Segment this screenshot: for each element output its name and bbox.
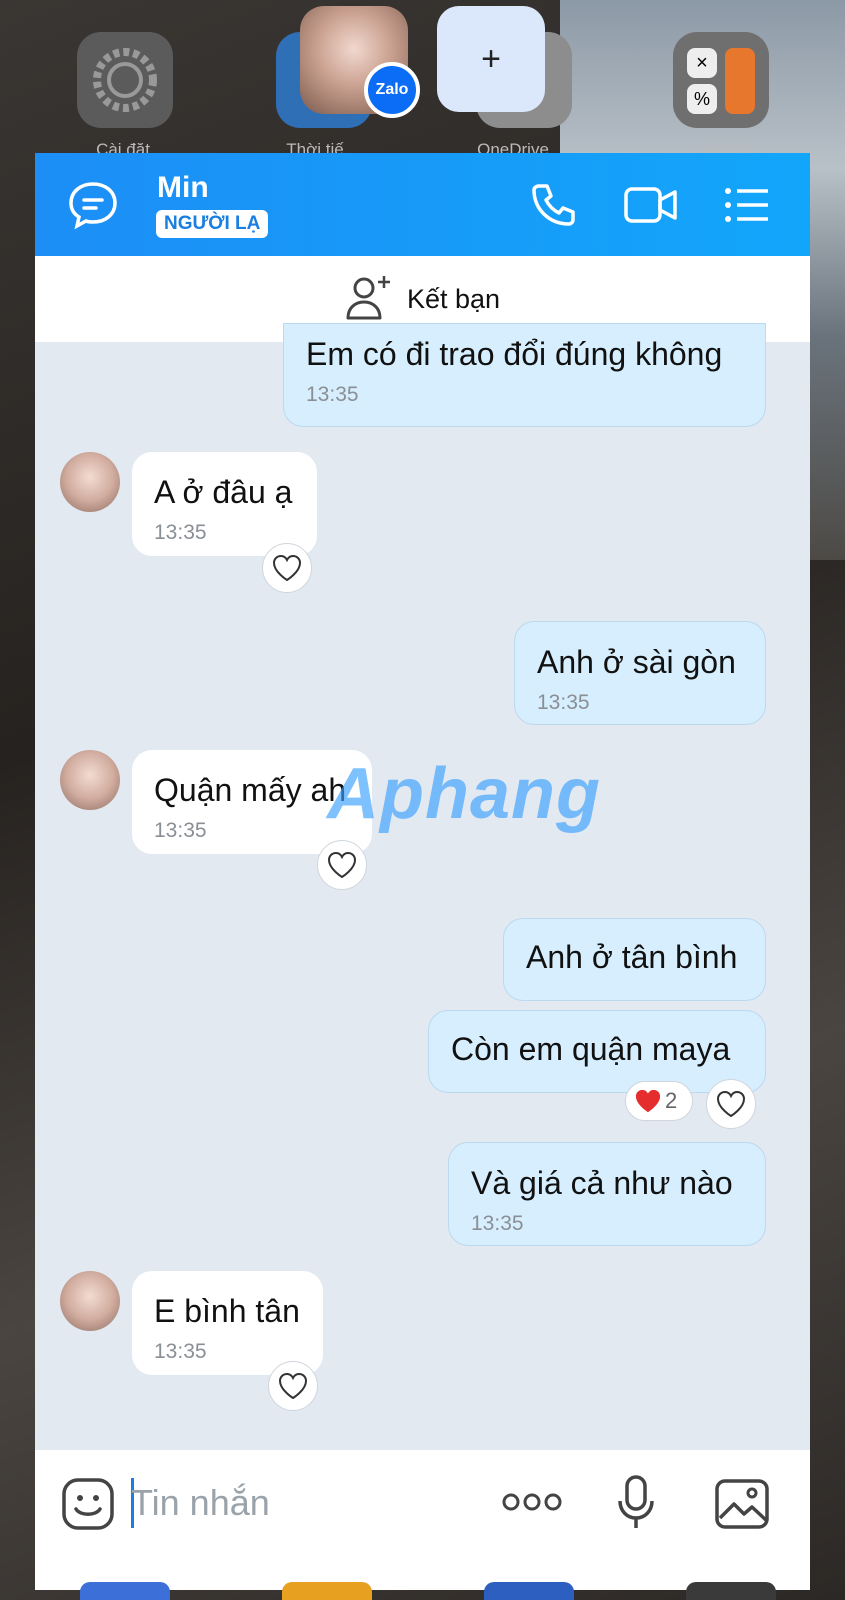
add-person-icon [345, 274, 393, 325]
like-heart-icon[interactable] [268, 1361, 318, 1411]
dock-app-icon[interactable] [282, 1582, 372, 1600]
list-menu-icon[interactable] [719, 177, 775, 233]
message-time: 13:35 [154, 521, 207, 544]
dock-app-icon[interactable] [80, 1582, 170, 1600]
message-input-bar: Tin nhắn [35, 1450, 810, 1590]
add-friend-label: Kết bạn [406, 283, 501, 314]
settings-app-icon[interactable] [77, 32, 173, 128]
zalo-badge: Zalo [364, 62, 420, 118]
message-text: Anh ở sài gòn [537, 644, 736, 680]
dock-app-icon[interactable] [484, 1582, 574, 1600]
microphone-icon[interactable] [615, 1474, 657, 1537]
phone-icon[interactable] [525, 177, 581, 233]
calculator-equals-icon [725, 48, 755, 114]
image-picker-icon[interactable] [714, 1478, 770, 1535]
message-time: 13:35 [306, 383, 359, 406]
message-input[interactable]: Tin nhắn [131, 1482, 270, 1524]
message-text: Còn em quận maya [451, 1031, 731, 1067]
stranger-badge: NGƯỜI LẠ [156, 210, 269, 238]
more-options-icon[interactable] [502, 1490, 562, 1519]
message-time: 13:35 [154, 1340, 207, 1363]
message-bubble-out[interactable]: Còn em quận maya [428, 1010, 766, 1093]
add-chat-head-button[interactable]: + [437, 6, 545, 112]
chat-window: Min NGƯỜI LẠ Kết bạn Em có đi trao đổi đ… [35, 153, 810, 1590]
red-heart-icon [635, 1089, 661, 1113]
dock-app-icon[interactable] [686, 1582, 776, 1600]
message-bubble-in[interactable]: A ở đâu ạ 13:35 [132, 452, 317, 556]
contact-avatar[interactable] [60, 750, 120, 810]
chat-bubble-icon[interactable] [65, 177, 121, 233]
message-bubble-out[interactable]: Và giá cả như nào 13:35 [448, 1142, 766, 1246]
message-time: 13:35 [154, 819, 207, 842]
contact-name: Min [157, 171, 209, 204]
calculator-app-icon[interactable]: × % [673, 32, 769, 128]
reaction-count-value: 2 [665, 1088, 678, 1113]
chat-head-avatar[interactable]: Zalo [300, 6, 420, 118]
message-text: E bình tân [154, 1293, 300, 1329]
message-text: Anh ở tân bình [526, 939, 738, 975]
chat-header: Min NGƯỜI LẠ [35, 153, 810, 256]
video-call-icon[interactable] [623, 177, 679, 233]
message-bubble-out[interactable]: Anh ở sài gòn 13:35 [514, 621, 766, 725]
contact-avatar[interactable] [60, 1271, 120, 1331]
message-bubble-in[interactable]: E bình tân 13:35 [132, 1271, 323, 1375]
message-text: Quận mấy ah [154, 772, 347, 808]
reaction-count[interactable]: 2 [625, 1081, 693, 1121]
watermark: Aphang [327, 754, 601, 834]
message-bubble-out[interactable]: Em có đi trao đổi đúng không 13:35 [283, 323, 766, 427]
contact-avatar[interactable] [60, 452, 120, 512]
message-time: 13:35 [537, 691, 590, 714]
calculator-multiply-icon: × [687, 48, 717, 78]
like-heart-icon[interactable] [262, 543, 312, 593]
message-text: Và giá cả như nào [471, 1165, 733, 1201]
like-heart-icon[interactable] [706, 1079, 756, 1129]
message-text: Em có đi trao đổi đúng không [306, 336, 723, 372]
dock [60, 1578, 780, 1600]
sticker-smile-icon[interactable] [60, 1476, 116, 1537]
message-bubble-out[interactable]: Anh ở tân bình [503, 918, 766, 1001]
message-text: A ở đâu ạ [154, 474, 293, 510]
message-time: 13:35 [471, 1212, 524, 1235]
calculator-percent-icon: % [687, 84, 717, 114]
like-heart-icon[interactable] [317, 840, 367, 890]
